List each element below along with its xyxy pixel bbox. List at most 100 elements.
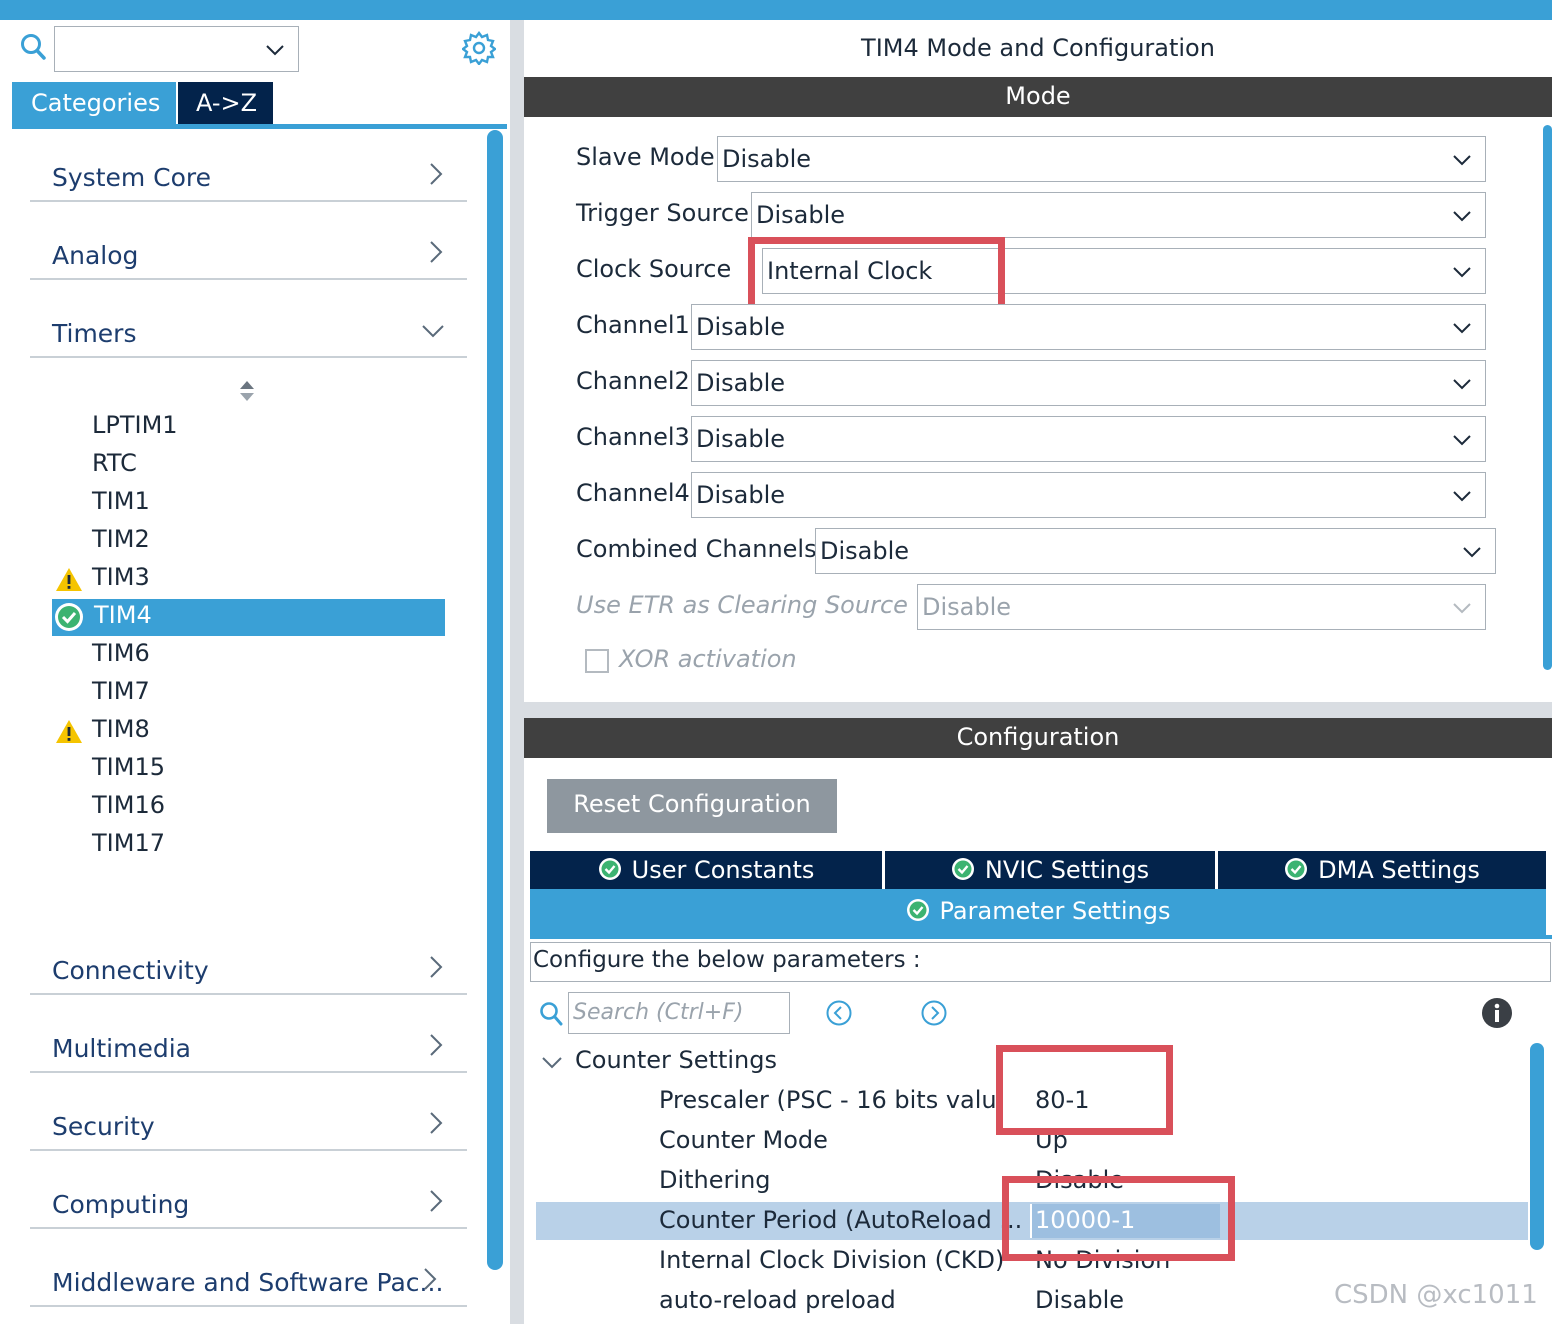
timer-item-tim6[interactable]: TIM6 bbox=[92, 639, 150, 677]
page-title: TIM4 Mode and Configuration bbox=[861, 34, 1215, 62]
chevron-down-icon bbox=[266, 45, 284, 56]
timer-item-tim8[interactable]: TIM8 bbox=[92, 715, 150, 753]
select-value: Disable bbox=[722, 145, 812, 173]
param-name-counter-period: Counter Period (AutoReload ... bbox=[659, 1206, 1023, 1234]
panel-splitter[interactable] bbox=[510, 20, 524, 1324]
category-label: Middleware and Software Pac... bbox=[52, 1268, 444, 1297]
parameter-search-input[interactable] bbox=[569, 993, 779, 1031]
check-circle-icon bbox=[598, 858, 621, 880]
category-analog[interactable]: Analog bbox=[30, 202, 467, 280]
timer-item-tim16[interactable]: TIM16 bbox=[92, 791, 165, 829]
category-computing[interactable]: Computing bbox=[30, 1151, 467, 1229]
watermark-text: CSDN @xc1011 bbox=[1334, 1280, 1538, 1310]
mode-scrollbar[interactable] bbox=[1543, 125, 1552, 670]
timer-item-tim2[interactable]: TIM2 bbox=[92, 525, 150, 563]
chevron-down-icon bbox=[1453, 603, 1471, 614]
search-icon bbox=[540, 1002, 563, 1026]
chevron-down-icon bbox=[1453, 267, 1471, 278]
gear-icon[interactable] bbox=[462, 31, 496, 65]
chevron-down-icon bbox=[422, 325, 444, 338]
timer-item-tim3[interactable]: TIM3 bbox=[92, 563, 150, 601]
category-label: Computing bbox=[52, 1190, 190, 1219]
check-circle-icon bbox=[1285, 858, 1308, 880]
timer-item-tim15[interactable]: TIM15 bbox=[92, 753, 165, 791]
chevron-right-icon bbox=[430, 1190, 443, 1212]
xor-activation-checkbox[interactable] bbox=[585, 649, 609, 673]
tab-a-to-z[interactable]: A->Z bbox=[178, 82, 273, 126]
channel1-label: Channel1 bbox=[576, 311, 690, 339]
category-label: Connectivity bbox=[52, 956, 209, 985]
timer-item-rtc[interactable]: RTC bbox=[92, 449, 137, 487]
previous-result-icon[interactable] bbox=[825, 999, 853, 1027]
category-security[interactable]: Security bbox=[30, 1073, 467, 1151]
annotation-highlight-box bbox=[996, 1045, 1173, 1135]
trigger-source-label: Trigger Source bbox=[576, 199, 749, 227]
channel4-label: Channel4 bbox=[576, 479, 690, 507]
chevron-down-icon bbox=[1463, 547, 1481, 558]
chevron-right-icon bbox=[430, 163, 443, 185]
search-icon[interactable] bbox=[20, 33, 46, 61]
select-value: Disable bbox=[696, 369, 786, 397]
tab-nvic-settings[interactable]: NVIC Settings bbox=[885, 851, 1215, 889]
mode-section-header: Mode bbox=[524, 77, 1552, 117]
counter-settings-group[interactable]: Counter Settings bbox=[575, 1046, 777, 1074]
category-connectivity[interactable]: Connectivity bbox=[30, 917, 467, 995]
next-result-icon[interactable] bbox=[920, 999, 948, 1027]
annotation-highlight-box bbox=[1002, 1176, 1235, 1261]
warning-icon bbox=[56, 568, 82, 591]
timer-item-tim4[interactable]: TIM4 bbox=[94, 601, 152, 639]
chevron-right-icon bbox=[430, 241, 443, 263]
check-circle-icon bbox=[906, 899, 929, 921]
warning-icon bbox=[56, 720, 82, 743]
etr-clearing-select: Disable bbox=[917, 584, 1486, 630]
category-system-core[interactable]: System Core bbox=[30, 124, 467, 202]
timer-item-lptim1[interactable]: LPTIM1 bbox=[92, 411, 178, 449]
clock-source-label: Clock Source bbox=[576, 255, 732, 283]
tab-parameter-settings[interactable]: Parameter Settings bbox=[530, 889, 1546, 935]
reset-configuration-button[interactable]: Reset Configuration bbox=[547, 779, 837, 833]
tab-categories[interactable]: Categories bbox=[12, 82, 176, 126]
tab-dma-settings[interactable]: DMA Settings bbox=[1218, 851, 1546, 889]
timer-item-tim17[interactable]: TIM17 bbox=[92, 829, 165, 867]
timer-item-tim7[interactable]: TIM7 bbox=[92, 677, 150, 715]
category-label: Timers bbox=[52, 319, 137, 348]
etr-clearing-label: Use ETR as Clearing Source bbox=[576, 591, 908, 619]
select-value: Disable bbox=[696, 313, 786, 341]
parameter-search-field[interactable] bbox=[568, 992, 790, 1034]
chevron-down-icon bbox=[1453, 491, 1471, 502]
info-icon[interactable] bbox=[1481, 997, 1513, 1029]
channel3-label: Channel3 bbox=[576, 423, 690, 451]
sidebar-scrollbar[interactable] bbox=[487, 130, 503, 1270]
select-value: Disable bbox=[922, 593, 1012, 621]
param-name-dithering: Dithering bbox=[659, 1166, 771, 1194]
sort-icon[interactable] bbox=[236, 378, 258, 404]
category-timers[interactable]: Timers bbox=[30, 280, 467, 358]
combined-channels-label: Combined Channels bbox=[576, 535, 817, 563]
select-value: Disable bbox=[696, 481, 786, 509]
section-splitter[interactable] bbox=[524, 702, 1552, 719]
channel1-select[interactable]: Disable bbox=[691, 304, 1486, 350]
category-middleware[interactable]: Middleware and Software Pac... bbox=[30, 1229, 467, 1307]
param-name-prescaler: Prescaler (PSC - 16 bits valu bbox=[659, 1086, 997, 1114]
chevron-down-icon bbox=[1453, 435, 1471, 446]
category-multimedia[interactable]: Multimedia bbox=[30, 995, 467, 1073]
timer-item-tim1[interactable]: TIM1 bbox=[92, 487, 150, 525]
channel3-select[interactable]: Disable bbox=[691, 416, 1486, 462]
chevron-down-icon bbox=[1453, 323, 1471, 334]
channel4-select[interactable]: Disable bbox=[691, 472, 1486, 518]
parameters-scrollbar[interactable] bbox=[1530, 1043, 1544, 1250]
channel2-label: Channel2 bbox=[576, 367, 690, 395]
select-value: Disable bbox=[696, 425, 786, 453]
config-description: Configure the below parameters : bbox=[530, 942, 1551, 982]
param-name-clock-division: Internal Clock Division (CKD) bbox=[659, 1246, 1005, 1274]
param-value-auto-reload-preload[interactable]: Disable bbox=[1035, 1286, 1124, 1322]
select-value: Disable bbox=[820, 537, 910, 565]
combined-channels-select[interactable]: Disable bbox=[815, 528, 1496, 574]
chevron-down-icon[interactable] bbox=[540, 1050, 564, 1074]
slave-mode-select[interactable]: Disable bbox=[717, 136, 1486, 182]
tab-user-constants[interactable]: User Constants bbox=[530, 851, 882, 889]
category-search-combo[interactable] bbox=[54, 26, 299, 72]
tab-label: Parameter Settings bbox=[939, 897, 1171, 925]
channel2-select[interactable]: Disable bbox=[691, 360, 1486, 406]
trigger-source-select[interactable]: Disable bbox=[751, 192, 1486, 238]
